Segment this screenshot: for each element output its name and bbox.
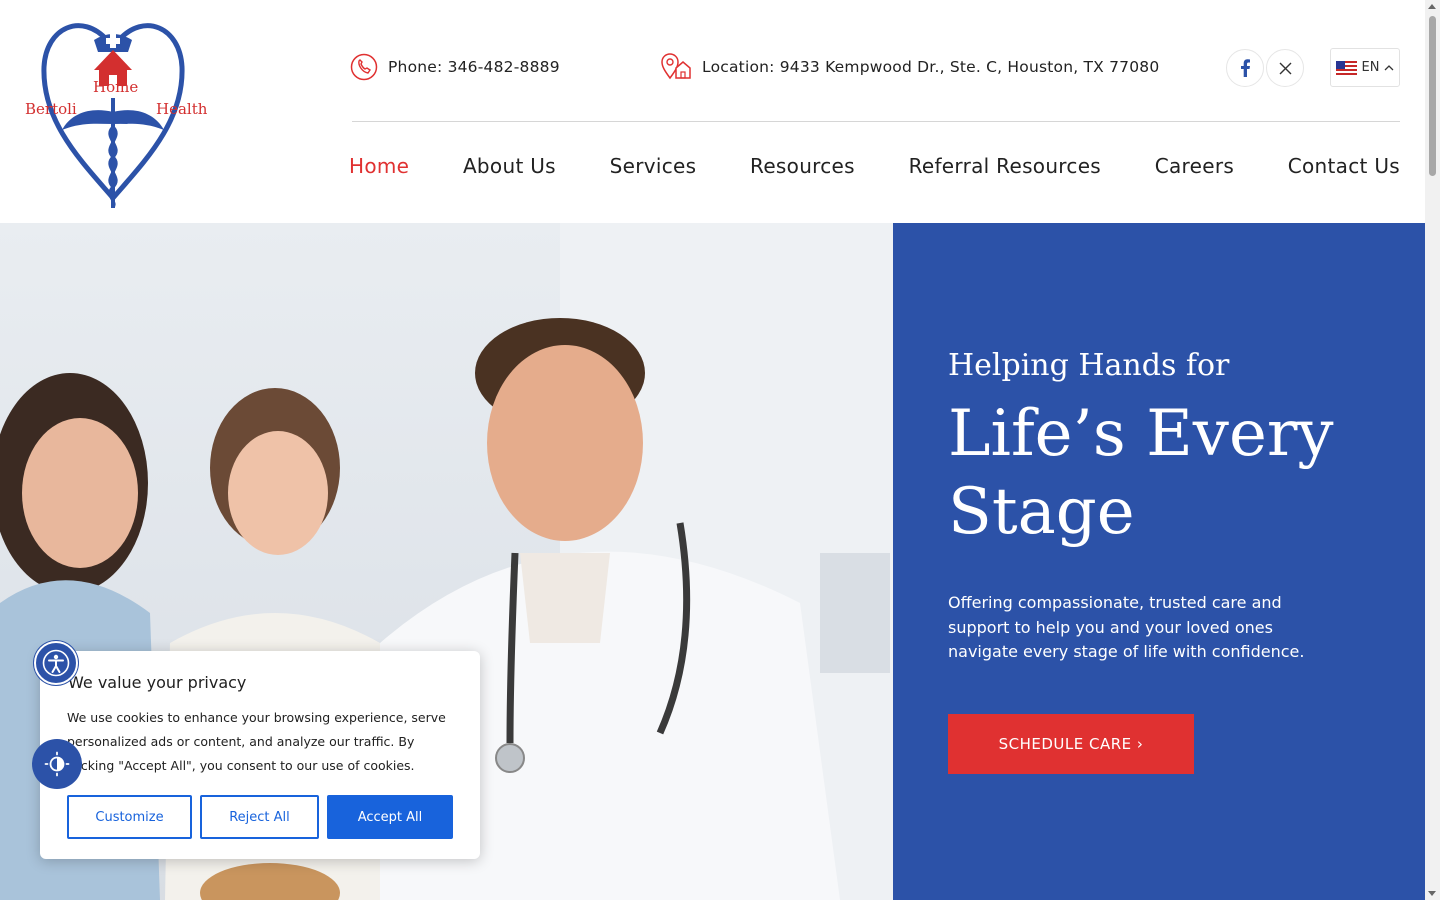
phone-contact[interactable]: Phone: 346-482-8889 xyxy=(350,52,560,82)
nav-resources[interactable]: Resources xyxy=(750,154,855,184)
scroll-down-arrow[interactable] xyxy=(1428,891,1436,896)
page-scrollbar[interactable] xyxy=(1425,0,1440,900)
logo-text-bertoli: Bertoli xyxy=(25,100,77,118)
nav-careers[interactable]: Careers xyxy=(1155,154,1234,184)
contrast-toggle-button[interactable] xyxy=(32,739,82,789)
hero-subtitle: Helping Hands for xyxy=(948,348,1230,383)
scroll-up-arrow[interactable] xyxy=(1428,4,1436,9)
location-text: Location: 9433 Kempwood Dr., Ste. C, Hou… xyxy=(702,58,1160,76)
x-icon xyxy=(1279,62,1291,74)
reject-all-button[interactable]: Reject All xyxy=(200,795,319,839)
nav-about-us[interactable]: About Us xyxy=(463,154,556,184)
language-label: EN xyxy=(1361,60,1380,75)
cookie-consent-banner: We value your privacy We use cookies to … xyxy=(40,651,480,859)
main-nav: Home About Us Services Resources Referra… xyxy=(349,154,1400,184)
chevron-up-icon xyxy=(1385,65,1394,71)
cookie-text: We use cookies to enhance your browsing … xyxy=(67,710,446,773)
contrast-icon xyxy=(44,751,70,777)
nav-contact-us[interactable]: Contact Us xyxy=(1288,154,1400,184)
phone-icon xyxy=(350,53,378,81)
us-flag-icon xyxy=(1335,60,1357,75)
header-divider xyxy=(352,121,1400,122)
facebook-link[interactable] xyxy=(1226,49,1264,87)
nav-services[interactable]: Services xyxy=(610,154,697,184)
accessibility-button[interactable] xyxy=(34,641,78,685)
logo[interactable]: Home Bertoli Health xyxy=(22,12,208,212)
logo-text-home: Home xyxy=(93,78,139,96)
language-selector[interactable]: EN xyxy=(1330,48,1400,87)
customize-button[interactable]: Customize xyxy=(67,795,192,839)
hero-panel: Helping Hands for Life’s Every Stage Off… xyxy=(893,223,1425,900)
facebook-icon xyxy=(1241,59,1250,77)
schedule-care-button[interactable]: SCHEDULE CARE › xyxy=(948,714,1194,774)
scroll-thumb[interactable] xyxy=(1429,16,1436,176)
nav-home[interactable]: Home xyxy=(349,154,409,184)
logo-text-health: Health xyxy=(156,100,208,118)
x-link[interactable] xyxy=(1266,49,1304,87)
accept-all-button[interactable]: Accept All xyxy=(327,795,453,839)
cookie-title: We value your privacy xyxy=(68,673,247,692)
hero-title: Life’s Every Stage xyxy=(948,397,1334,549)
accessibility-icon xyxy=(42,649,70,677)
site-header: Home Bertoli Health Phone: 346-482-8889 … xyxy=(0,0,1425,223)
nav-referral-resources[interactable]: Referral Resources xyxy=(909,154,1101,184)
hero-description: Offering compassionate, trusted care and… xyxy=(948,593,1305,661)
location-contact[interactable]: Location: 9433 Kempwood Dr., Ste. C, Hou… xyxy=(660,52,1159,82)
location-icon xyxy=(661,53,691,80)
phone-text: Phone: 346-482-8889 xyxy=(388,58,560,76)
